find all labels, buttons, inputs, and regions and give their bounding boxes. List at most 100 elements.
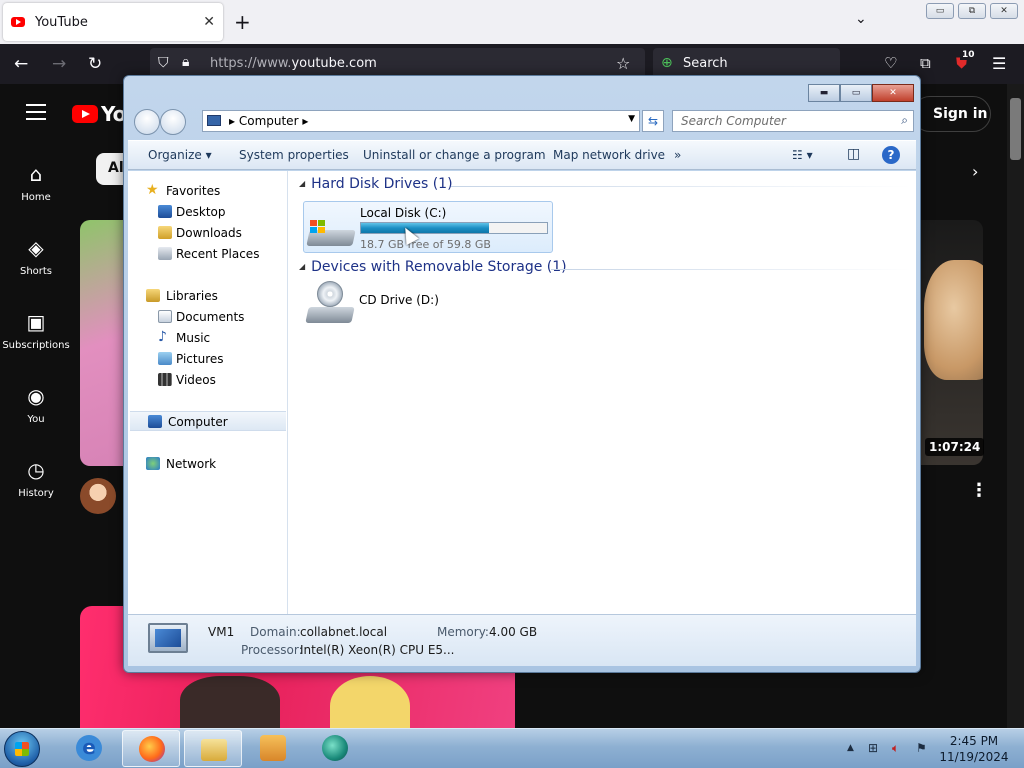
group-header-removable[interactable]: ◢ Devices with Removable Storage (1) — [299, 259, 567, 275]
system-properties-button[interactable]: System properties — [239, 148, 349, 162]
details-pane: VM1 Domain: collabnet.local Memory: 4.00… — [128, 614, 916, 666]
drive-local-disk-c[interactable]: Local Disk (C:) 18.7 GB free of 59.8 GB — [303, 201, 553, 253]
taskbar-firefox[interactable] — [122, 730, 180, 767]
search-icon[interactable]: ⌕ — [901, 113, 908, 128]
shield-icon[interactable]: ⛉ — [158, 55, 169, 71]
more-options-icon[interactable]: ⋮ — [970, 480, 988, 501]
nav-item-pictures[interactable]: Pictures — [128, 349, 288, 369]
nav-item-recent-places[interactable]: Recent Places — [128, 244, 288, 264]
youtube-logo-text: Yo — [101, 102, 126, 126]
video-thumbnail[interactable] — [80, 220, 124, 466]
nav-item-favorites[interactable]: ★ Favorites — [128, 181, 288, 201]
nav-item-computer[interactable]: Computer — [130, 411, 286, 431]
explorer-close-button[interactable]: ✕ — [872, 84, 914, 102]
taskbar-app[interactable] — [306, 730, 364, 767]
organize-button[interactable]: Organize ▾ — [148, 148, 212, 162]
explorer-maximize-button[interactable]: ▭ — [840, 84, 872, 102]
media-player-icon — [260, 735, 286, 761]
taskbar-explorer[interactable] — [184, 730, 242, 767]
tab-close-icon[interactable]: ✕ — [203, 14, 215, 30]
taskbar-media-player[interactable] — [244, 730, 302, 767]
nav-item-music[interactable]: ♪ Music — [128, 328, 288, 348]
browser-restore-button[interactable]: ⧉ — [958, 3, 986, 19]
sidebar-label: Home — [21, 192, 51, 203]
forward-button[interactable] — [160, 109, 186, 135]
address-row: ▸ Computer ▸ ▼ ⇆ Search Computer ⌕ — [132, 108, 914, 135]
nav-item-network[interactable]: Network — [128, 454, 288, 474]
cd-disc-icon — [317, 281, 343, 307]
computer-name: VM1 — [208, 625, 235, 639]
show-hidden-icons-button[interactable]: ▲ — [847, 743, 854, 753]
address-text: ▸ Computer ▸ — [229, 114, 309, 128]
browser-minimize-button[interactable]: ▭ — [926, 3, 954, 19]
chevron-down-icon[interactable]: ▼ — [628, 114, 635, 124]
memory-value: 4.00 GB — [489, 625, 538, 639]
content-area: ★ Favorites Desktop Downloads Recent Pla… — [128, 171, 916, 614]
sidebar-item-shorts[interactable]: ◈ Shorts — [0, 236, 72, 277]
view-options-icon[interactable]: ☷ ▾ — [792, 148, 813, 162]
sign-in-button[interactable]: Sign in — [912, 96, 991, 132]
navigation-pane: ★ Favorites Desktop Downloads Recent Pla… — [128, 171, 288, 614]
firefox-icon — [139, 736, 165, 762]
lock-icon[interactable]: 🔒︎ — [182, 54, 189, 70]
forward-arrow-icon[interactable]: → — [52, 54, 66, 74]
start-button[interactable] — [4, 731, 40, 767]
list-all-tabs-button[interactable]: ⌄ — [855, 11, 867, 27]
browser-close-button[interactable]: ✕ — [990, 3, 1018, 19]
refresh-icon[interactable]: ⇆ — [642, 110, 664, 132]
drive-cd-d[interactable]: CD Drive (D:) — [303, 281, 443, 327]
taskbar-internet-explorer[interactable]: e — [60, 730, 118, 767]
processor-label: Processor: — [241, 643, 303, 657]
bookmark-star-icon[interactable]: ☆ — [616, 54, 630, 73]
back-button[interactable] — [134, 109, 160, 135]
app-icon — [322, 735, 348, 761]
youtube-favicon-icon — [11, 17, 25, 27]
preview-pane-icon[interactable]: ◫ — [847, 146, 860, 162]
sidebar-item-home[interactable]: ⌂ Home — [0, 162, 72, 203]
taskbar-clock[interactable]: 2:45 PM 11/19/2024 — [934, 733, 1014, 765]
music-icon: ♪ — [158, 329, 167, 345]
address-bar[interactable]: ▸ Computer ▸ ▼ — [202, 110, 640, 132]
help-icon[interactable]: ? — [882, 146, 900, 164]
search-placeholder: Search Computer — [681, 114, 786, 128]
video-thumbnail-cat[interactable] — [920, 220, 983, 465]
action-center-flag-icon[interactable]: ⚑ — [916, 741, 927, 755]
nav-item-libraries[interactable]: Libraries — [128, 286, 288, 306]
volume-muted-icon[interactable]: 🔈︎ — [892, 741, 899, 756]
drive-name: CD Drive (D:) — [359, 293, 439, 307]
sidebar-item-you[interactable]: ◉ You — [0, 384, 72, 425]
new-tab-button[interactable]: + — [234, 10, 251, 34]
app-menu-icon[interactable]: ☰ — [992, 54, 1006, 73]
browser-tab-youtube[interactable]: YouTube ✕ — [3, 3, 223, 41]
pocket-icon[interactable]: ♡ — [884, 54, 897, 72]
nav-item-videos[interactable]: Videos — [128, 370, 288, 390]
sidebar-item-subscriptions[interactable]: ▣ Subscriptions — [0, 310, 72, 351]
extensions-icon[interactable]: ⧉ — [920, 54, 931, 72]
desktop-icon — [158, 205, 172, 218]
channel-avatar[interactable] — [80, 478, 116, 514]
reload-icon[interactable]: ↻ — [88, 54, 102, 74]
nav-item-documents[interactable]: Documents — [128, 307, 288, 327]
drive-usage-bar — [360, 222, 548, 234]
network-tray-icon[interactable]: ⊞ — [868, 741, 878, 755]
group-header-hard-disks[interactable]: ◢ Hard Disk Drives (1) — [299, 176, 453, 192]
window-controls: ▬ ▭ ✕ — [808, 84, 914, 102]
history-icon: ◷ — [27, 458, 45, 482]
explorer-minimize-button[interactable]: ▬ — [808, 84, 840, 102]
nav-item-downloads[interactable]: Downloads — [128, 223, 288, 243]
hamburger-menu-icon[interactable] — [26, 104, 46, 125]
youtube-logo[interactable]: Yo — [72, 102, 126, 126]
chevron-right-icon[interactable]: › — [972, 162, 978, 181]
clock-date: 11/19/2024 — [939, 750, 1009, 764]
search-input[interactable]: Search Computer ⌕ — [672, 110, 914, 132]
map-network-drive-button[interactable]: Map network drive — [553, 148, 665, 162]
nav-item-desktop[interactable]: Desktop — [128, 202, 288, 222]
page-scrollbar[interactable] — [1007, 84, 1024, 728]
star-icon: ★ — [146, 182, 159, 198]
back-arrow-icon[interactable]: ← — [14, 54, 28, 74]
videos-icon — [158, 373, 172, 386]
drive-name: Local Disk (C:) — [360, 206, 447, 220]
sidebar-item-history[interactable]: ◷ History — [0, 458, 72, 499]
more-commands-button[interactable]: » — [674, 148, 681, 162]
uninstall-program-button[interactable]: Uninstall or change a program — [363, 148, 546, 162]
